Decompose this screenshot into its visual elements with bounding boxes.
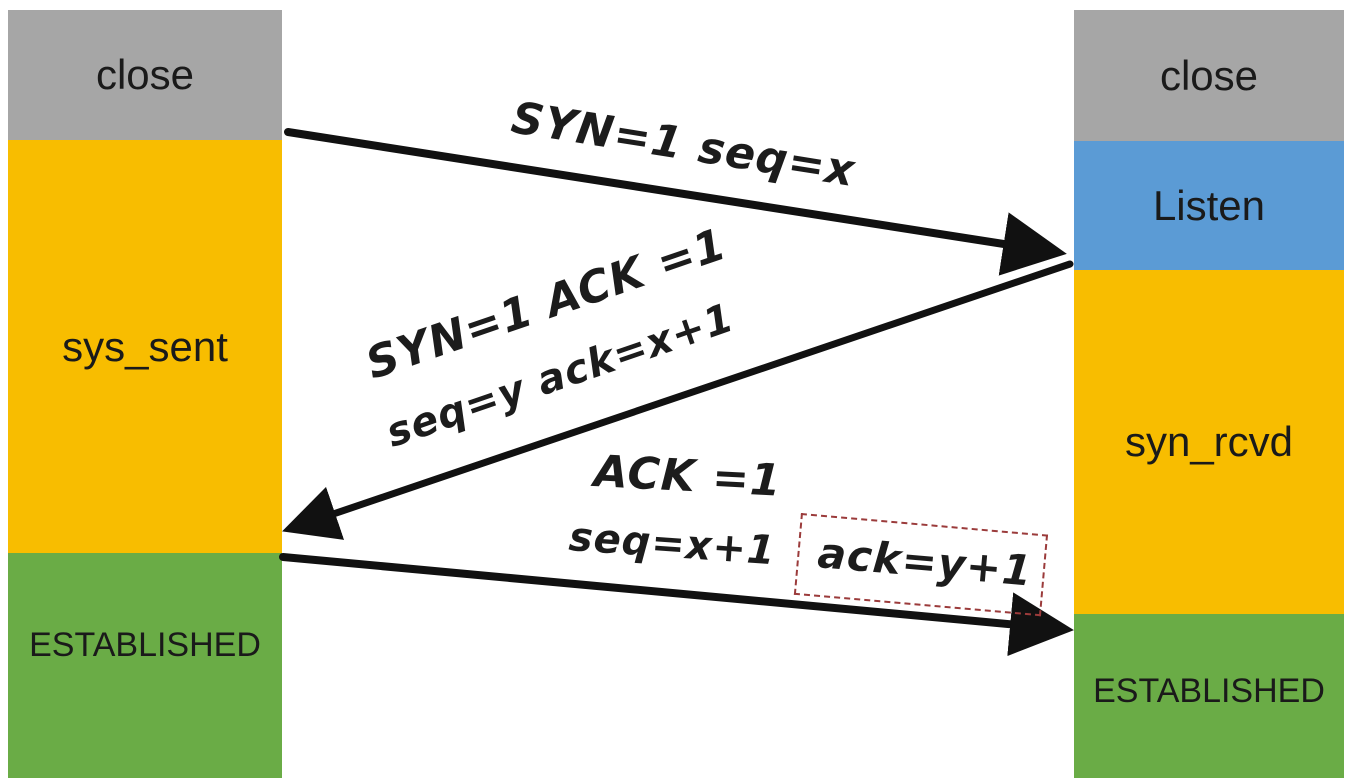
handshake-diagram: close sys_sent ESTABLISHED close Listen … [0,0,1352,778]
label-ack-line1: ACK =1 [592,446,783,507]
